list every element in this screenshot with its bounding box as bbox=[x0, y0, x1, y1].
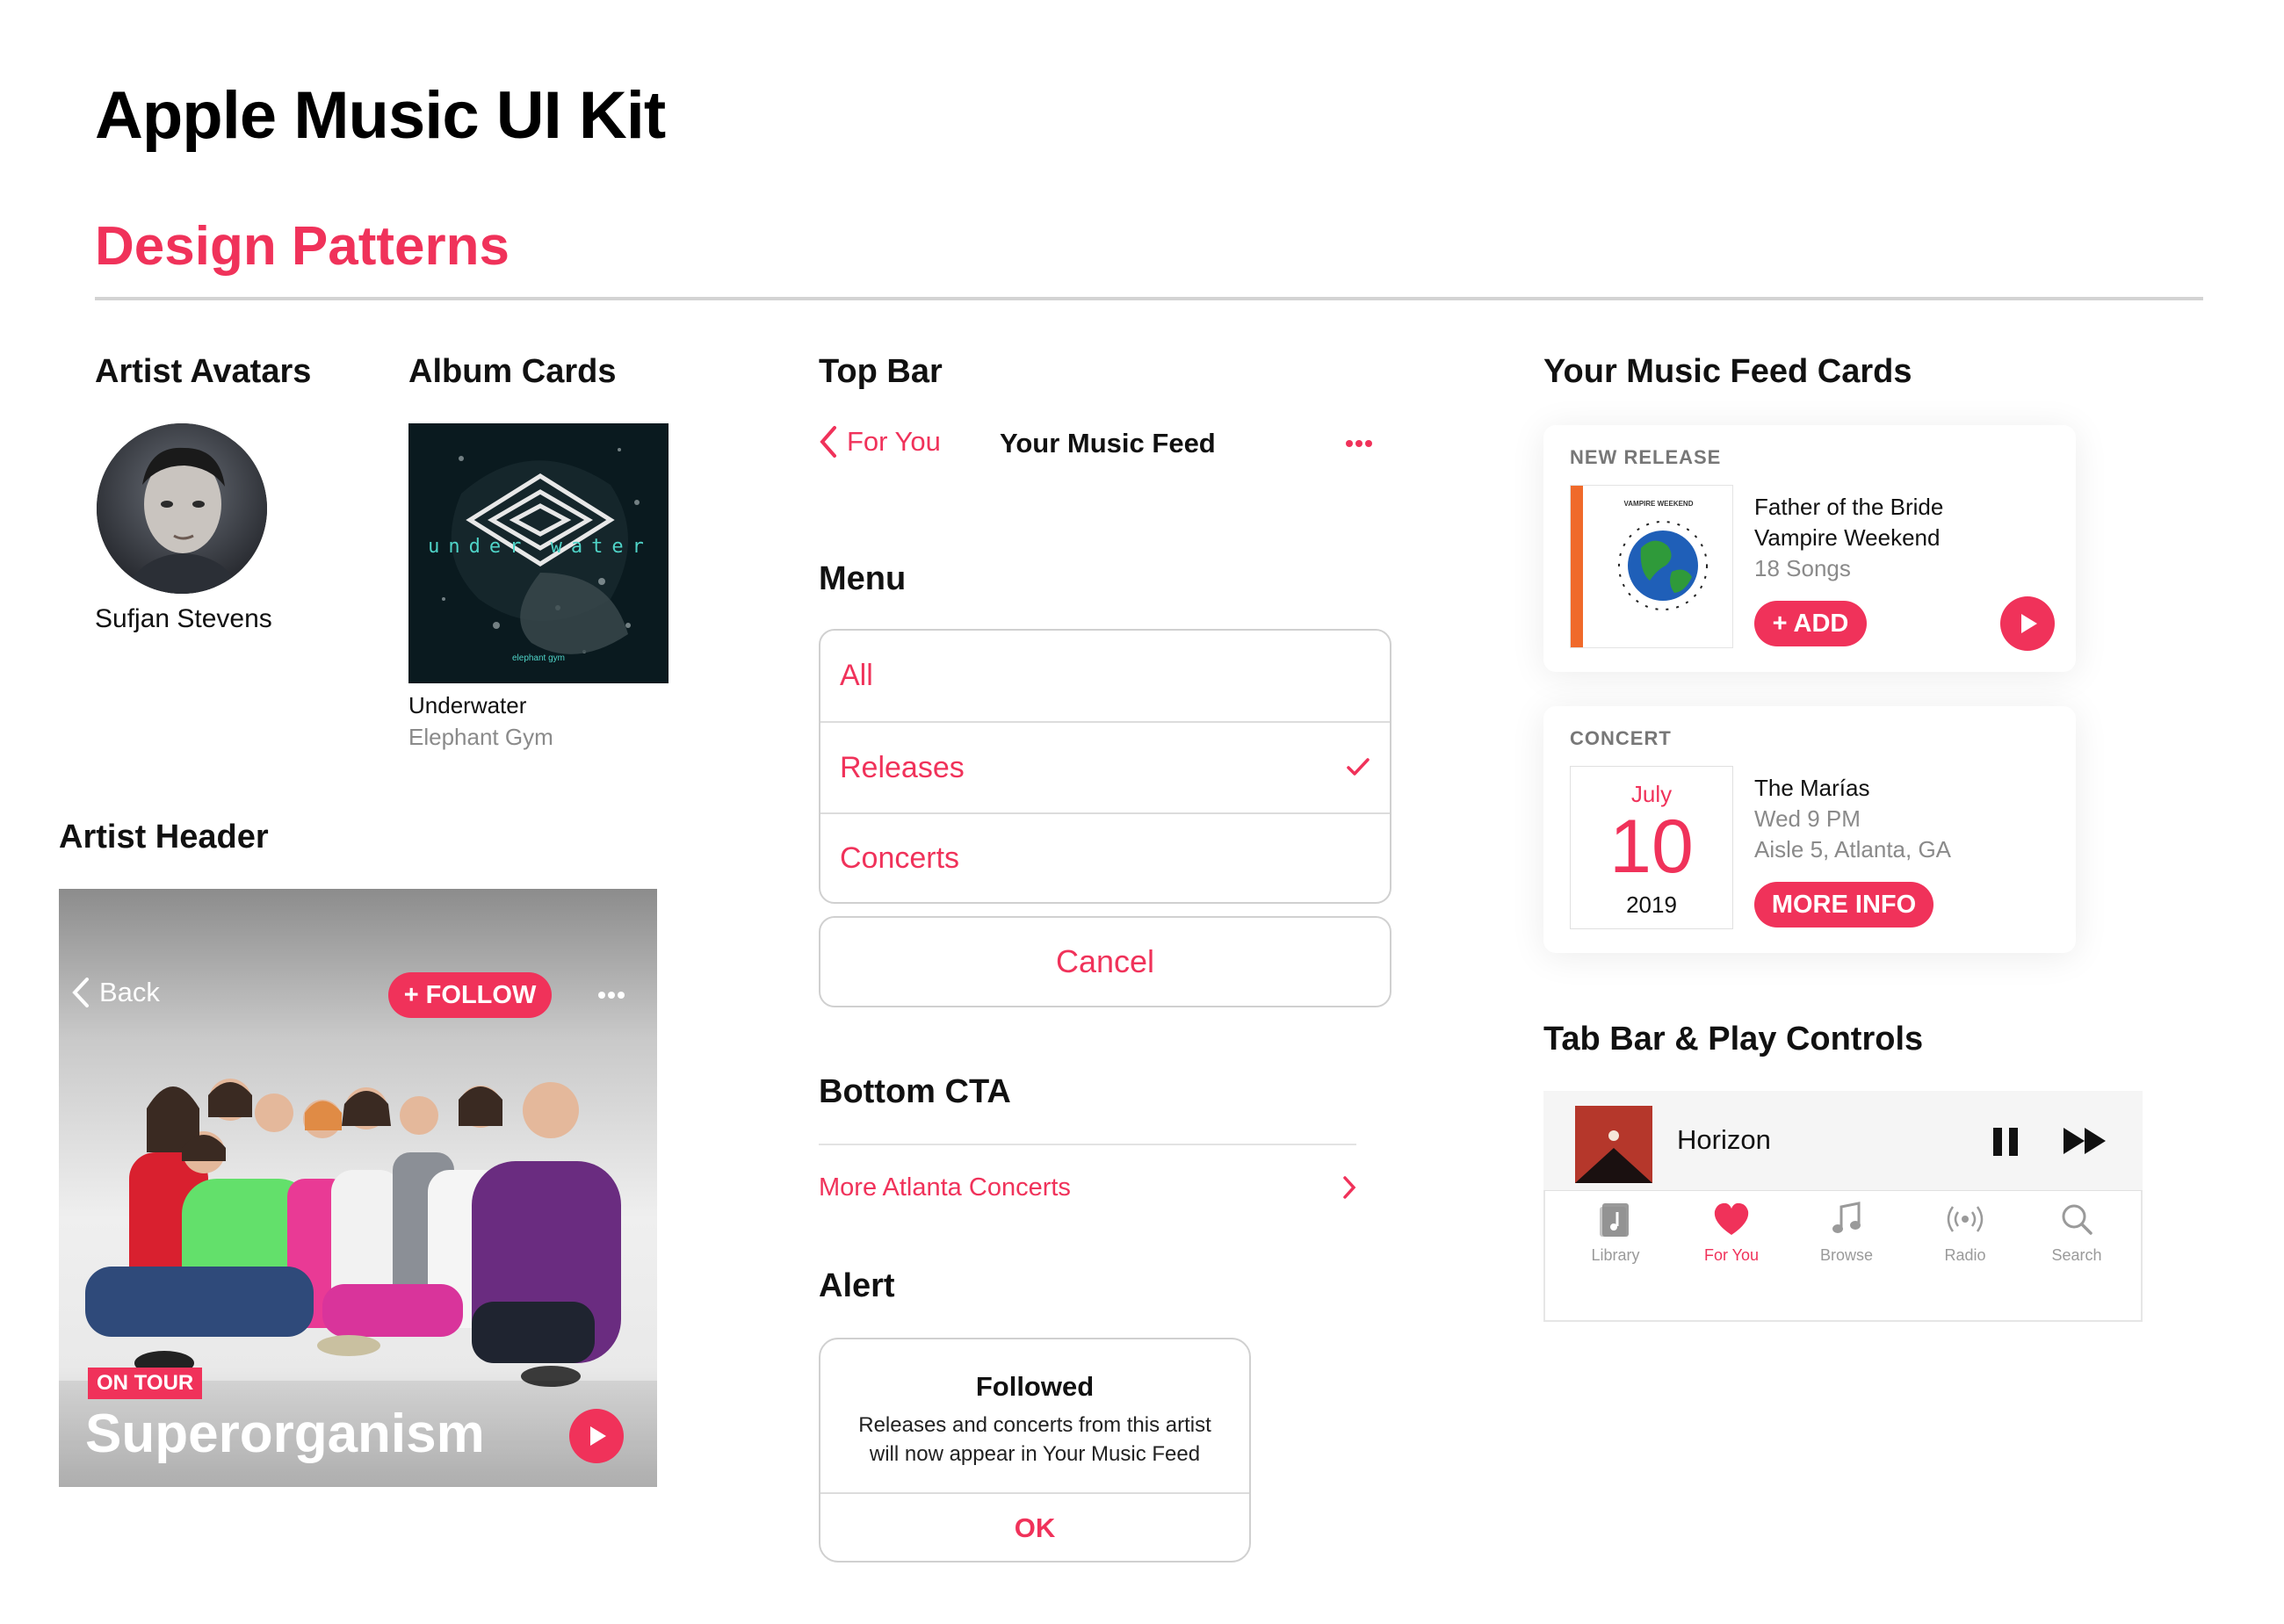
concert-year: 2019 bbox=[1626, 891, 1677, 918]
tab-for-you[interactable]: For You bbox=[1688, 1200, 1775, 1265]
alert-ok-button[interactable]: OK bbox=[820, 1494, 1249, 1561]
top-bar-more-button[interactable] bbox=[1344, 429, 1374, 463]
concert-time: Wed 9 PM bbox=[1754, 805, 1861, 832]
chevron-left-icon bbox=[820, 426, 836, 458]
bottom-cta-link[interactable]: More Atlanta Concerts bbox=[819, 1168, 1356, 1207]
concert-label: CONCERT bbox=[1570, 727, 1672, 749]
section-heading-bottom-cta: Bottom CTA bbox=[819, 1073, 1011, 1110]
release-cover-spine bbox=[1571, 486, 1583, 647]
pause-button[interactable] bbox=[1990, 1124, 2021, 1164]
menu-item-releases[interactable]: Releases bbox=[820, 723, 1390, 813]
library-icon bbox=[1600, 1203, 1629, 1237]
artist-header-play-button[interactable] bbox=[569, 1409, 624, 1463]
tab-browse[interactable]: Browse bbox=[1803, 1200, 1890, 1265]
avatar-name[interactable]: Sufjan Stevens bbox=[95, 604, 272, 634]
mini-player[interactable]: Horizon bbox=[1543, 1091, 2143, 1191]
globe-icon bbox=[1618, 521, 1708, 610]
section-heading-artist-avatars: Artist Avatars bbox=[95, 353, 312, 390]
tab-label: Browse bbox=[1819, 1246, 1874, 1264]
tab-bar: Library For You Browse Radio Search bbox=[1543, 1190, 2143, 1322]
concert-card[interactable]: CONCERT July 10 2019 The Marías Wed 9 PM… bbox=[1543, 706, 2076, 953]
new-release-card[interactable]: NEW RELEASE VAMPIRE WEEKEND Father of th… bbox=[1543, 425, 2076, 672]
top-bar-back-button[interactable]: For You bbox=[819, 425, 941, 458]
skip-forward-button[interactable] bbox=[2062, 1126, 2109, 1160]
cta-divider bbox=[819, 1144, 1356, 1145]
top-bar-back-label: For You bbox=[847, 426, 941, 457]
tab-label: Search bbox=[2051, 1246, 2102, 1264]
alert-dialog: Followed Releases and concerts from this… bbox=[819, 1338, 1251, 1563]
now-playing-artwork bbox=[1575, 1106, 1652, 1183]
heart-icon bbox=[1714, 1202, 1749, 1235]
radio-icon bbox=[1947, 1206, 1984, 1232]
menu-item-label: All bbox=[840, 659, 873, 692]
album-cover-small-text: elephant gym bbox=[511, 653, 566, 663]
menu-item-label: Releases bbox=[840, 751, 965, 784]
play-icon bbox=[590, 1426, 606, 1446]
alert-message-line2: will now appear in Your Music Feed bbox=[869, 1442, 1201, 1466]
release-play-button[interactable] bbox=[2000, 596, 2055, 651]
avatar-image bbox=[97, 423, 267, 594]
concert-day: 10 bbox=[1609, 805, 1694, 889]
alert-title: Followed bbox=[975, 1371, 1095, 1402]
tab-label: Library bbox=[1591, 1246, 1640, 1264]
alert-message-line1: Releases and concerts from this artist bbox=[858, 1413, 1211, 1437]
music-note-icon bbox=[1832, 1202, 1861, 1233]
album-title[interactable]: Underwater bbox=[408, 692, 526, 719]
release-cover-text: VAMPIRE WEEKEND bbox=[1623, 500, 1694, 508]
artist-header-back-label: Back bbox=[99, 977, 160, 1007]
page-title: Apple Music UI Kit bbox=[95, 78, 666, 153]
pause-icon bbox=[1993, 1128, 2018, 1156]
concert-date-tile: July 10 2019 bbox=[1570, 766, 1733, 929]
release-album-title: Father of the Bride bbox=[1754, 494, 1944, 520]
menu-cancel-button[interactable]: Cancel bbox=[819, 916, 1391, 1007]
artist-avatar[interactable] bbox=[97, 423, 267, 594]
checkmark-icon bbox=[1347, 758, 1370, 776]
section-heading-top-bar: Top Bar bbox=[819, 353, 943, 390]
now-playing-title: Horizon bbox=[1677, 1124, 1771, 1155]
artist-header-name: Superorganism bbox=[85, 1404, 485, 1464]
concert-artist: The Marías bbox=[1754, 775, 1870, 801]
on-tour-badge: ON TOUR bbox=[88, 1368, 203, 1399]
section-heading-feed-cards: Your Music Feed Cards bbox=[1543, 353, 1912, 390]
fast-forward-icon bbox=[2064, 1128, 2106, 1154]
tab-search[interactable]: Search bbox=[2033, 1200, 2121, 1265]
album-cover-text: under water bbox=[428, 536, 653, 558]
release-artist: Vampire Weekend bbox=[1754, 524, 1941, 551]
search-icon bbox=[2062, 1204, 2092, 1235]
play-icon bbox=[2021, 614, 2037, 633]
menu-list: All Releases Concerts bbox=[819, 629, 1391, 904]
concert-more-info-button[interactable]: MORE INFO bbox=[1754, 882, 1933, 927]
tab-label: Radio bbox=[1944, 1246, 1986, 1264]
bottom-cta-label: More Atlanta Concerts bbox=[819, 1173, 1071, 1202]
section-heading-tab-bar: Tab Bar & Play Controls bbox=[1543, 1021, 1924, 1057]
menu-item-concerts[interactable]: Concerts bbox=[820, 813, 1390, 904]
release-add-button[interactable]: + ADD bbox=[1754, 601, 1867, 646]
tab-library[interactable]: Library bbox=[1572, 1200, 1659, 1265]
menu-item-all[interactable]: All bbox=[820, 631, 1390, 721]
artist-header-card[interactable]: Back + FOLLOW ON TOUR Superorganism bbox=[59, 889, 657, 1487]
page-subtitle: Design Patterns bbox=[95, 216, 510, 277]
chevron-left-icon bbox=[72, 978, 89, 1007]
artist-header-more-button[interactable] bbox=[596, 980, 626, 1014]
release-cover[interactable]: VAMPIRE WEEKEND bbox=[1570, 485, 1733, 648]
top-bar-title: Your Music Feed bbox=[1000, 428, 1216, 458]
more-icon bbox=[598, 992, 625, 999]
tab-label: For You bbox=[1703, 1246, 1760, 1264]
album-artist[interactable]: Elephant Gym bbox=[408, 724, 553, 751]
more-icon bbox=[1346, 440, 1372, 447]
artist-header-back-button[interactable]: Back bbox=[71, 977, 160, 1008]
section-heading-menu: Menu bbox=[819, 560, 907, 597]
header-divider bbox=[95, 297, 2203, 300]
menu-item-label: Concerts bbox=[840, 841, 960, 875]
album-card-cover[interactable]: under water elephant gym bbox=[408, 423, 669, 683]
section-heading-album-cards: Album Cards bbox=[408, 353, 617, 390]
concert-venue: Aisle 5, Atlanta, GA bbox=[1754, 836, 1952, 863]
release-song-count: 18 Songs bbox=[1754, 555, 1851, 581]
chevron-right-icon bbox=[1343, 1176, 1356, 1199]
new-release-label: NEW RELEASE bbox=[1570, 446, 1722, 468]
follow-button[interactable]: + FOLLOW bbox=[388, 972, 552, 1018]
section-heading-alert: Alert bbox=[819, 1267, 895, 1304]
section-heading-artist-header: Artist Header bbox=[59, 819, 269, 855]
tab-radio[interactable]: Radio bbox=[1921, 1200, 2009, 1265]
